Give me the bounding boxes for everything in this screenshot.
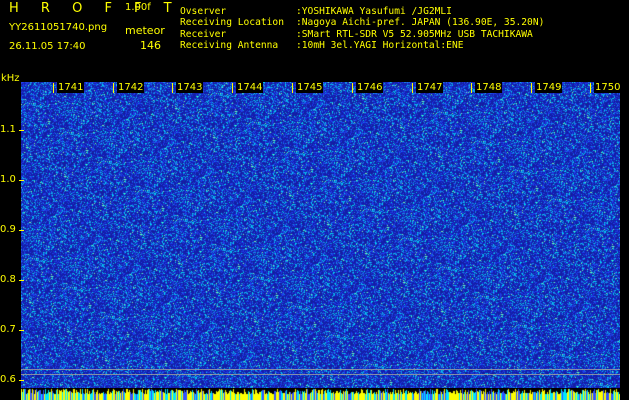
x-tick-mark: [113, 83, 114, 93]
x-tick-label: 1748: [475, 82, 503, 93]
x-tick-label: 1745: [296, 82, 324, 93]
marker-line-lower: [21, 374, 620, 375]
signal-level-strip: [21, 388, 620, 400]
x-tick-mark: [352, 83, 353, 93]
capture-datetime: 26.11.05 17:40: [9, 41, 86, 52]
x-tick-label: 1744: [236, 82, 264, 93]
y-tick-mark: [19, 280, 24, 281]
x-tick-mark: [471, 83, 472, 93]
x-tick-label: 1746: [356, 82, 384, 93]
y-tick-mark: [19, 180, 24, 181]
y-tick-label: 1.0: [0, 174, 16, 185]
y-tick-label: 0.8: [0, 274, 16, 285]
x-tick-mark: [412, 83, 413, 93]
y-axis-unit: kHz: [1, 73, 20, 84]
y-tick-label: 0.6: [0, 374, 16, 385]
app-version: 1.00f: [125, 2, 151, 13]
x-tick-mark: [590, 83, 591, 93]
x-tick-mark: [172, 83, 173, 93]
x-tick-label: 1749: [535, 82, 563, 93]
y-tick-mark: [19, 230, 24, 231]
x-tick-label: 1750: [594, 82, 622, 93]
meteor-count: 146: [140, 39, 161, 52]
info-row-observer: Ovserver:YOSHIKAWA Yasufumi /JG2MLI: [180, 6, 452, 17]
app-brand: H R O F F T: [9, 1, 181, 16]
image-filename: YY2611051740.png: [9, 22, 108, 33]
x-tick-mark: [53, 83, 54, 93]
y-tick-mark: [19, 330, 24, 331]
x-tick-label: 1741: [57, 82, 85, 93]
x-tick-label: 1743: [176, 82, 204, 93]
meteor-label: meteor: [125, 24, 165, 37]
x-tick-mark: [232, 83, 233, 93]
info-row-location: Receiving Location:Nagoya Aichi-pref. JA…: [180, 17, 545, 29]
y-tick-mark: [19, 130, 24, 131]
y-tick-label: 0.9: [0, 224, 16, 235]
station-info: Ovserver:YOSHIKAWA Yasufumi /JG2MLI Rece…: [180, 6, 544, 52]
x-tick-label: 1742: [117, 82, 145, 93]
y-tick-label: 0.7: [0, 324, 16, 335]
marker-line-upper: [21, 369, 620, 370]
spectrogram-waterfall: [21, 82, 620, 388]
x-tick-label: 1747: [416, 82, 444, 93]
info-row-receiver: Receiver:SMart RTL-SDR V5 52.905MHz USB …: [180, 28, 533, 40]
x-tick-mark: [292, 83, 293, 93]
y-tick-mark: [19, 380, 24, 381]
info-row-antenna: Receiving Antenna:10mH 3el.YAGI Horizont…: [180, 40, 464, 52]
x-tick-mark: [531, 83, 532, 93]
spectrogram-canvas: [21, 82, 620, 388]
y-tick-label: 1.1: [0, 124, 16, 135]
